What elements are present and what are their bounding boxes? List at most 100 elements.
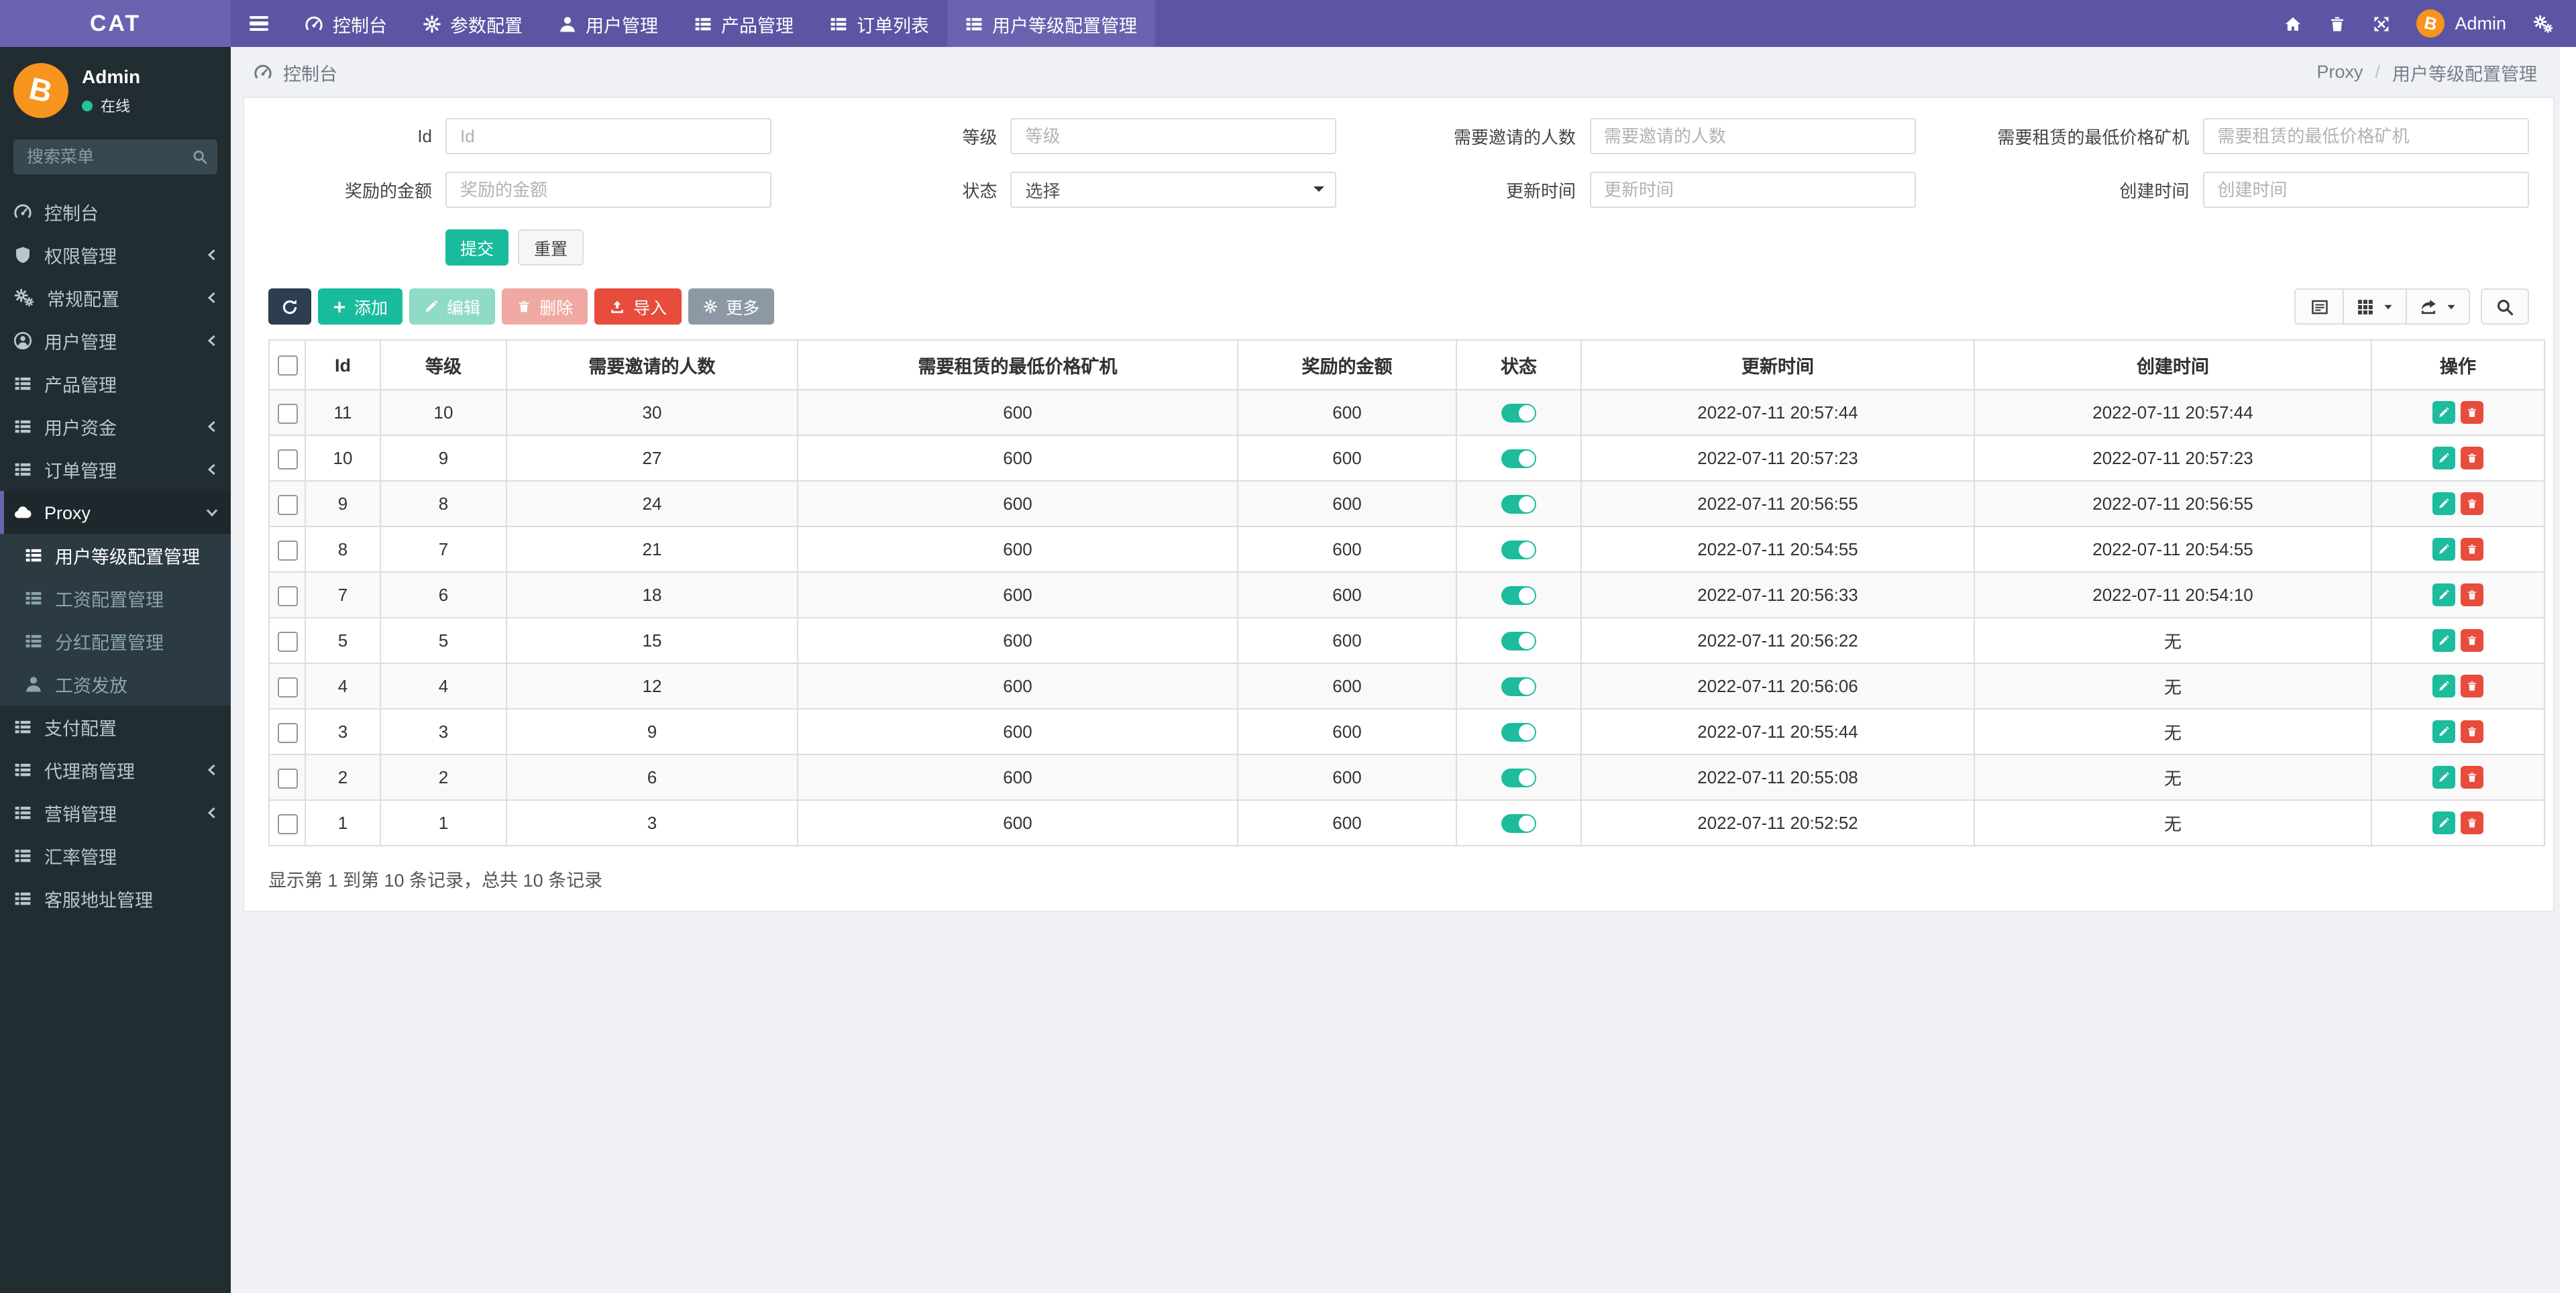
filter-reward-input[interactable] bbox=[445, 172, 771, 208]
page-scrollbar[interactable] bbox=[2560, 47, 2576, 1293]
more-button[interactable]: 更多 bbox=[688, 288, 775, 325]
row-delete-button[interactable] bbox=[2461, 492, 2483, 515]
export-dropdown-button[interactable] bbox=[2406, 288, 2470, 325]
nav-tab-products[interactable]: 产品管理 bbox=[676, 0, 811, 47]
row-delete-button[interactable] bbox=[2461, 401, 2483, 424]
status-toggle[interactable] bbox=[1501, 632, 1536, 651]
sidebar-item-permissions[interactable]: 权限管理 bbox=[0, 233, 231, 276]
row-checkbox[interactable] bbox=[277, 585, 297, 606]
sidebar-search-button[interactable] bbox=[181, 139, 217, 174]
select-all-checkbox[interactable] bbox=[277, 355, 297, 376]
sidebar-item-order-mgmt[interactable]: 订单管理 bbox=[0, 448, 231, 491]
row-delete-button[interactable] bbox=[2461, 447, 2483, 469]
table-search-button[interactable] bbox=[2481, 288, 2529, 325]
row-edit-button[interactable] bbox=[2432, 629, 2455, 652]
sidebar-item-marketing-mgmt[interactable]: 营销管理 bbox=[0, 791, 231, 834]
refresh-button[interactable] bbox=[268, 288, 311, 325]
delete-button[interactable]: 删除 bbox=[502, 288, 588, 325]
home-icon[interactable] bbox=[2283, 14, 2302, 33]
edit-button[interactable]: 编辑 bbox=[409, 288, 496, 325]
nav-tab-dashboard[interactable]: 控制台 bbox=[287, 0, 405, 47]
filter-created-input[interactable] bbox=[2202, 172, 2529, 208]
user-menu[interactable]: B Admin bbox=[2416, 9, 2506, 38]
col-header-status[interactable]: 状态 bbox=[1456, 339, 1582, 390]
nav-tab-user-level-config[interactable]: 用户等级配置管理 bbox=[947, 0, 1155, 47]
sidebar-item-products[interactable]: 产品管理 bbox=[0, 362, 231, 405]
status-toggle[interactable] bbox=[1501, 814, 1536, 834]
breadcrumb-left[interactable]: 控制台 bbox=[254, 58, 337, 85]
row-edit-button[interactable] bbox=[2432, 401, 2455, 424]
nav-tab-users[interactable]: 用户管理 bbox=[540, 0, 676, 47]
row-checkbox[interactable] bbox=[277, 768, 297, 789]
filter-id-input[interactable] bbox=[445, 118, 771, 154]
reset-button[interactable]: 重置 bbox=[518, 229, 584, 266]
sidebar-search-input[interactable] bbox=[13, 139, 181, 174]
row-checkbox[interactable] bbox=[277, 494, 297, 515]
breadcrumb-section[interactable]: Proxy bbox=[2316, 62, 2363, 82]
sidebar-item-dashboard[interactable]: 控制台 bbox=[0, 190, 231, 233]
row-edit-button[interactable] bbox=[2432, 447, 2455, 469]
sidebar-item-exchange-rate[interactable]: 汇率管理 bbox=[0, 834, 231, 877]
row-edit-button[interactable] bbox=[2432, 492, 2455, 515]
nav-tab-params[interactable]: 参数配置 bbox=[405, 0, 540, 47]
sidebar-item-salary-payout[interactable]: 工资发放 bbox=[0, 663, 231, 706]
sidebar-item-salary-config[interactable]: 工资配置管理 bbox=[0, 577, 231, 620]
row-checkbox[interactable] bbox=[277, 813, 297, 834]
filter-level-input[interactable] bbox=[1010, 118, 1337, 154]
sidebar-item-agent-mgmt[interactable]: 代理商管理 bbox=[0, 748, 231, 791]
nav-tab-orders[interactable]: 订单列表 bbox=[811, 0, 947, 47]
row-checkbox[interactable] bbox=[277, 449, 297, 469]
row-delete-button[interactable] bbox=[2461, 675, 2483, 697]
status-toggle[interactable] bbox=[1501, 769, 1536, 788]
settings-gears-icon[interactable] bbox=[2532, 14, 2555, 33]
row-checkbox[interactable] bbox=[277, 722, 297, 743]
row-edit-button[interactable] bbox=[2432, 675, 2455, 697]
sidebar-item-dividend-config[interactable]: 分红配置管理 bbox=[0, 620, 231, 663]
filter-updated-input[interactable] bbox=[1589, 172, 1915, 208]
row-checkbox[interactable] bbox=[277, 677, 297, 697]
status-toggle[interactable] bbox=[1501, 449, 1536, 469]
row-delete-button[interactable] bbox=[2461, 583, 2483, 606]
row-delete-button[interactable] bbox=[2461, 766, 2483, 789]
add-button[interactable]: 添加 bbox=[318, 288, 403, 325]
status-toggle[interactable] bbox=[1501, 404, 1536, 423]
submit-button[interactable]: 提交 bbox=[445, 229, 509, 266]
col-header-updated[interactable]: 更新时间 bbox=[1580, 339, 1975, 390]
status-toggle[interactable] bbox=[1501, 586, 1536, 606]
status-toggle[interactable] bbox=[1501, 723, 1536, 742]
trash-icon[interactable] bbox=[2327, 14, 2346, 33]
row-edit-button[interactable] bbox=[2432, 583, 2455, 606]
sidebar-item-user-level-config[interactable]: 用户等级配置管理 bbox=[0, 534, 231, 577]
fullscreen-icon[interactable] bbox=[2371, 14, 2390, 33]
col-header-actions[interactable]: 操作 bbox=[2371, 339, 2545, 390]
sidebar-item-user-funds[interactable]: 用户资金 bbox=[0, 405, 231, 448]
sidebar-item-general-config[interactable]: 常规配置 bbox=[0, 276, 231, 319]
status-select[interactable]: 选择 bbox=[1010, 172, 1337, 208]
col-header-min-price[interactable]: 需要租赁的最低价格矿机 bbox=[797, 339, 1238, 390]
sidebar-item-support-address[interactable]: 客服地址管理 bbox=[0, 877, 231, 920]
row-delete-button[interactable] bbox=[2461, 720, 2483, 743]
status-toggle[interactable] bbox=[1501, 677, 1536, 697]
col-header-created[interactable]: 创建时间 bbox=[1974, 339, 2372, 390]
row-edit-button[interactable] bbox=[2432, 538, 2455, 561]
detail-view-button[interactable] bbox=[2294, 288, 2343, 325]
row-checkbox[interactable] bbox=[277, 631, 297, 652]
row-edit-button[interactable] bbox=[2432, 811, 2455, 834]
row-delete-button[interactable] bbox=[2461, 538, 2483, 561]
row-checkbox[interactable] bbox=[277, 403, 297, 424]
row-edit-button[interactable] bbox=[2432, 720, 2455, 743]
filter-invites-input[interactable] bbox=[1589, 118, 1915, 154]
filter-min-price-input[interactable] bbox=[2202, 118, 2529, 154]
status-toggle[interactable] bbox=[1501, 495, 1536, 514]
col-header-id[interactable]: Id bbox=[305, 339, 381, 390]
sidebar-item-users[interactable]: 用户管理 bbox=[0, 319, 231, 362]
sidebar-item-payment-config[interactable]: 支付配置 bbox=[0, 706, 231, 748]
row-checkbox[interactable] bbox=[277, 540, 297, 561]
brand-logo[interactable]: CAT bbox=[0, 0, 231, 47]
import-button[interactable]: 导入 bbox=[594, 288, 682, 325]
row-delete-button[interactable] bbox=[2461, 811, 2483, 834]
row-edit-button[interactable] bbox=[2432, 766, 2455, 789]
columns-dropdown-button[interactable] bbox=[2343, 288, 2406, 325]
sidebar-item-proxy[interactable]: Proxy bbox=[0, 491, 231, 534]
col-header-reward[interactable]: 奖励的金额 bbox=[1237, 339, 1457, 390]
